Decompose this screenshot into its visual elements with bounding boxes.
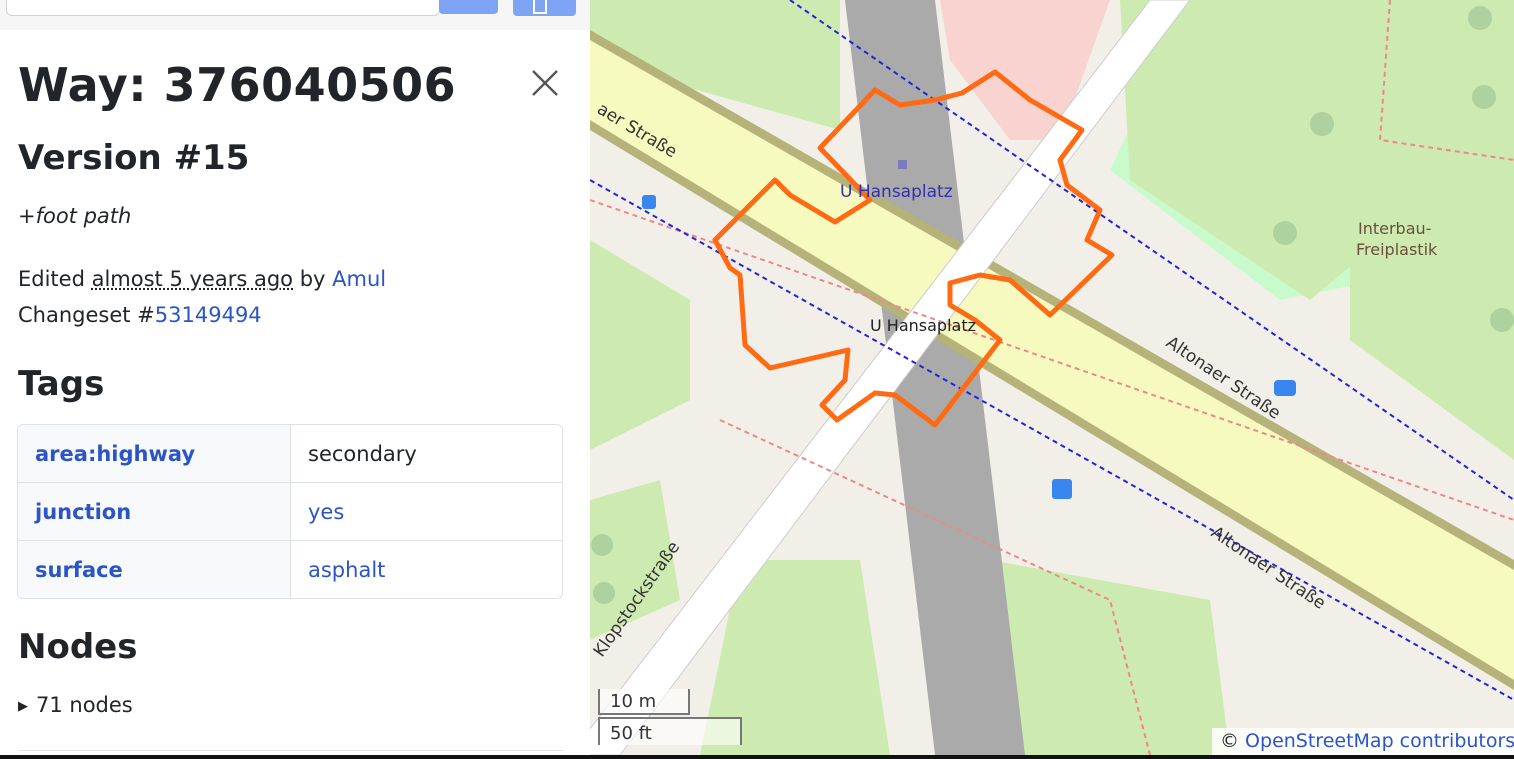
search-bar [0, 0, 590, 30]
park-area [590, 240, 690, 450]
page-title: Way: 376040506 [18, 58, 457, 112]
tags-table: area:highway secondary junction yes surf… [17, 424, 563, 599]
poi-label: Freiplastik [1356, 240, 1438, 259]
directions-icon [533, 0, 547, 14]
changeset-prefix: Changeset # [18, 303, 155, 327]
changeset-link[interactable]: 53149494 [155, 303, 262, 327]
taxi-icon [1274, 380, 1296, 396]
edit-time: almost 5 years ago [91, 267, 294, 291]
tags-heading: Tags [18, 364, 105, 404]
directions-button[interactable] [513, 0, 576, 16]
nodes-disclosure[interactable]: ▶ 71 nodes [18, 693, 133, 717]
station-label-mid: U Hansaplatz [870, 316, 976, 335]
park-area [990, 560, 1230, 755]
tag-value-link[interactable]: yes [291, 483, 562, 541]
divider [18, 750, 563, 751]
search-input[interactable] [6, 0, 440, 16]
changeset-info: Changeset #53149494 [18, 303, 262, 327]
nodes-heading: Nodes [18, 627, 138, 667]
table-row: area:highway secondary [18, 425, 562, 483]
close-icon[interactable] [528, 66, 562, 100]
tag-key-link[interactable]: surface [18, 541, 291, 598]
tree-icon [1273, 221, 1297, 245]
tree-icon [591, 534, 613, 556]
scale-metric: 10 m [598, 689, 690, 715]
poi-label: Interbau- [1358, 219, 1431, 238]
tag-key-link[interactable]: area:highway [18, 425, 291, 483]
window-bottom-edge [0, 755, 1514, 759]
table-row: junction yes [18, 483, 562, 541]
tree-icon [593, 582, 615, 604]
search-go-button[interactable] [439, 0, 498, 14]
tree-icon [1490, 308, 1514, 332]
tree-icon [1468, 6, 1492, 30]
map-attribution: © OpenStreetMap contributors ♥ [1212, 728, 1514, 755]
disclosure-triangle-icon: ▶ [18, 699, 28, 714]
park-area [1350, 120, 1514, 460]
table-row: surface asphalt [18, 541, 562, 598]
station-icon [898, 160, 907, 169]
version-heading: Version #15 [18, 138, 250, 178]
attribution-link[interactable]: OpenStreetMap contributors [1245, 730, 1514, 752]
bus-stop-icon [642, 195, 656, 209]
map-canvas: U Hansaplatz U Hansaplatz aer Straße Alt… [590, 0, 1514, 755]
nodes-count: 71 nodes [36, 693, 133, 717]
tag-value: secondary [291, 425, 562, 483]
scale-imperial: 50 ft [598, 717, 742, 745]
changeset-comment: +foot path [18, 204, 132, 228]
tree-icon [1310, 112, 1334, 136]
tag-value-link[interactable]: asphalt [291, 541, 562, 598]
user-link[interactable]: Amul [332, 267, 386, 291]
edited-prefix: Edited [18, 267, 92, 291]
map[interactable]: U Hansaplatz U Hansaplatz aer Straße Alt… [590, 0, 1514, 755]
edit-info: Edited almost 5 years ago by Amul [18, 267, 386, 291]
sidebar: Way: 376040506 Version #15 +foot path Ed… [0, 0, 590, 759]
tag-key-link[interactable]: junction [18, 483, 291, 541]
station-label-top: U Hansaplatz [840, 182, 953, 202]
attribution-prefix: © [1220, 730, 1246, 752]
charging-station-icon [1052, 479, 1072, 499]
tree-icon [1472, 85, 1496, 109]
edited-by: by [293, 267, 333, 291]
